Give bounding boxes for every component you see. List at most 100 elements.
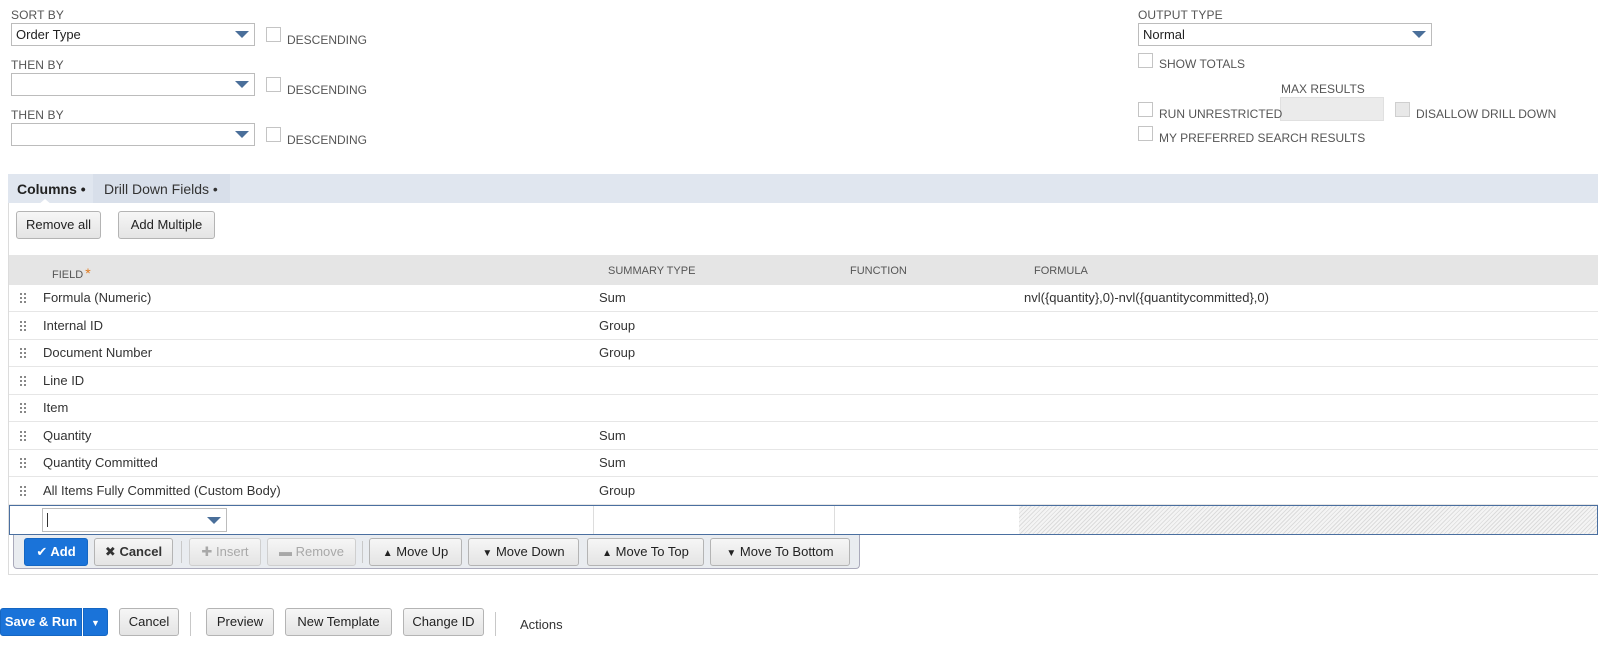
add-button[interactable]: ✔ Add <box>24 538 88 566</box>
subtab-bar <box>8 174 1598 203</box>
field-cell: Internal ID <box>43 318 103 333</box>
new-template-button[interactable]: New Template <box>285 608 392 636</box>
drag-handle-icon[interactable] <box>20 431 26 442</box>
table-row[interactable]: Document Number Group <box>9 340 1598 367</box>
field-cell: Document Number <box>43 345 153 360</box>
run-unrestricted-label: RUN UNRESTRICTED <box>1159 107 1283 121</box>
then-by-label-2: THEN BY <box>11 108 64 122</box>
move-bottom-icon: ▼ <box>726 548 737 559</box>
field-cell: Formula (Numeric) <box>43 290 152 305</box>
table-header <box>9 255 1598 285</box>
max-results-label: MAX RESULTS <box>1281 82 1365 96</box>
max-results-input[interactable] <box>1280 97 1384 121</box>
move-to-bottom-button[interactable]: ▼ Move To Bottom <box>710 538 850 566</box>
tab-drill-down-fields[interactable]: Drill Down Fields • <box>104 181 218 197</box>
drag-handle-icon[interactable] <box>20 348 26 359</box>
trash-icon: ▬ <box>278 544 292 559</box>
formula-disabled-cell <box>1019 506 1597 534</box>
check-icon: ✔ <box>36 544 48 559</box>
sort-by-value: Order Type <box>16 27 81 42</box>
drag-handle-icon[interactable] <box>20 293 26 304</box>
sort-by-label: SORT BY <box>11 8 64 22</box>
table-row[interactable]: Quantity Sum <box>9 423 1598 450</box>
summary-type-header: SUMMARY TYPE <box>608 265 696 277</box>
descending-checkbox-1[interactable] <box>266 27 281 42</box>
function-header: FUNCTION <box>850 265 907 277</box>
summary-type-cell: Sum <box>599 290 626 305</box>
remove-button[interactable]: ▬ Remove <box>267 538 356 566</box>
descending-label-1: DESCENDING <box>287 33 368 47</box>
descending-label-3: DESCENDING <box>287 133 368 147</box>
tab-columns[interactable]: Columns • <box>17 181 86 197</box>
then-by-select-1[interactable] <box>11 73 255 96</box>
table-row[interactable]: Quantity Committed Sum <box>9 450 1598 477</box>
text-cursor <box>47 513 48 527</box>
summary-type-cell: Group <box>599 345 636 360</box>
field-cell: Quantity Committed <box>43 455 158 470</box>
chevron-down-icon <box>207 517 221 524</box>
output-type-label: OUTPUT TYPE <box>1138 8 1223 22</box>
save-run-button[interactable]: Save & Run <box>0 608 82 636</box>
chevron-down-icon <box>235 131 249 138</box>
chevron-down-icon <box>235 81 249 88</box>
required-star: * <box>85 265 91 281</box>
insert-button[interactable]: ✚ Insert <box>189 538 261 566</box>
disallow-drill-down-label: DISALLOW DRILL DOWN <box>1416 107 1557 121</box>
save-run-dropdown[interactable]: ▼ <box>83 608 108 636</box>
descending-label-2: DESCENDING <box>287 83 368 97</box>
summary-type-cell: Group <box>599 483 636 498</box>
move-down-button[interactable]: ▼ Move Down <box>468 538 579 566</box>
move-top-icon: ▲ <box>602 548 613 559</box>
footer-sep-1 <box>190 612 191 636</box>
move-to-top-button[interactable]: ▲ Move To Top <box>587 538 704 566</box>
summary-type-cell: Sum <box>599 428 626 443</box>
formula-header: FORMULA <box>1034 265 1088 277</box>
formula-cell: nvl({quantity},0)-nvl({quantitycommitted… <box>1024 290 1269 305</box>
output-type-select[interactable]: Normal <box>1138 23 1432 46</box>
descending-checkbox-2[interactable] <box>266 77 281 92</box>
field-cell: Line ID <box>43 373 85 388</box>
descending-checkbox-3[interactable] <box>266 127 281 142</box>
toolbar-sep-1 <box>181 541 182 563</box>
table-row[interactable]: Internal ID Group <box>9 313 1598 340</box>
field-header: FIELD * <box>52 265 91 281</box>
drag-handle-icon[interactable] <box>20 458 26 469</box>
chevron-down-icon <box>235 31 249 38</box>
field-cell: Quantity <box>43 428 92 443</box>
close-icon: ✖ <box>104 544 116 559</box>
add-multiple-button[interactable]: Add Multiple <box>118 211 215 239</box>
drag-handle-icon[interactable] <box>20 376 26 387</box>
table-row[interactable]: Formula (Numeric) Sum nvl({quantity},0)-nv… <box>9 285 1598 312</box>
drag-handle-icon[interactable] <box>20 321 26 332</box>
summary-type-cell: Sum <box>599 455 626 470</box>
actions-menu[interactable]: Actions <box>520 617 563 632</box>
sort-by-select[interactable]: Order Type <box>11 23 255 46</box>
table-row[interactable]: Item <box>9 395 1598 422</box>
move-up-button[interactable]: ▲ Move Up <box>369 538 462 566</box>
my-preferred-checkbox[interactable] <box>1138 126 1153 141</box>
cancel-button[interactable]: Cancel <box>119 608 179 636</box>
drag-handle-icon[interactable] <box>20 486 26 497</box>
run-unrestricted-checkbox[interactable] <box>1138 102 1153 117</box>
remove-all-button[interactable]: Remove all <box>16 211 101 239</box>
chevron-down-icon <box>1412 31 1426 38</box>
field-cell: All Items Fully Committed (Custom Body) <box>43 483 281 498</box>
preview-button[interactable]: Preview <box>206 608 274 636</box>
arrow-down-icon: ▼ <box>482 548 493 559</box>
toolbar-sep-2 <box>362 541 363 563</box>
table-row[interactable]: Line ID <box>9 368 1598 395</box>
cancel-line-button[interactable]: ✖ Cancel <box>94 538 173 566</box>
show-totals-checkbox[interactable] <box>1138 53 1153 68</box>
summary-type-cell: Group <box>599 318 636 333</box>
plus-icon: ✚ <box>201 544 213 559</box>
edit-divider-2 <box>834 506 835 534</box>
my-preferred-label: MY PREFERRED SEARCH RESULTS <box>1159 131 1366 145</box>
disallow-drill-down-checkbox[interactable] <box>1395 102 1410 117</box>
arrow-up-icon: ▲ <box>382 548 393 559</box>
table-row[interactable]: All Items Fully Committed (Custom Body) G… <box>9 478 1598 505</box>
new-field-select[interactable] <box>42 508 227 532</box>
output-type-value: Normal <box>1143 27 1185 42</box>
change-id-button[interactable]: Change ID <box>403 608 484 636</box>
then-by-select-2[interactable] <box>11 123 255 146</box>
drag-handle-icon[interactable] <box>20 403 26 414</box>
